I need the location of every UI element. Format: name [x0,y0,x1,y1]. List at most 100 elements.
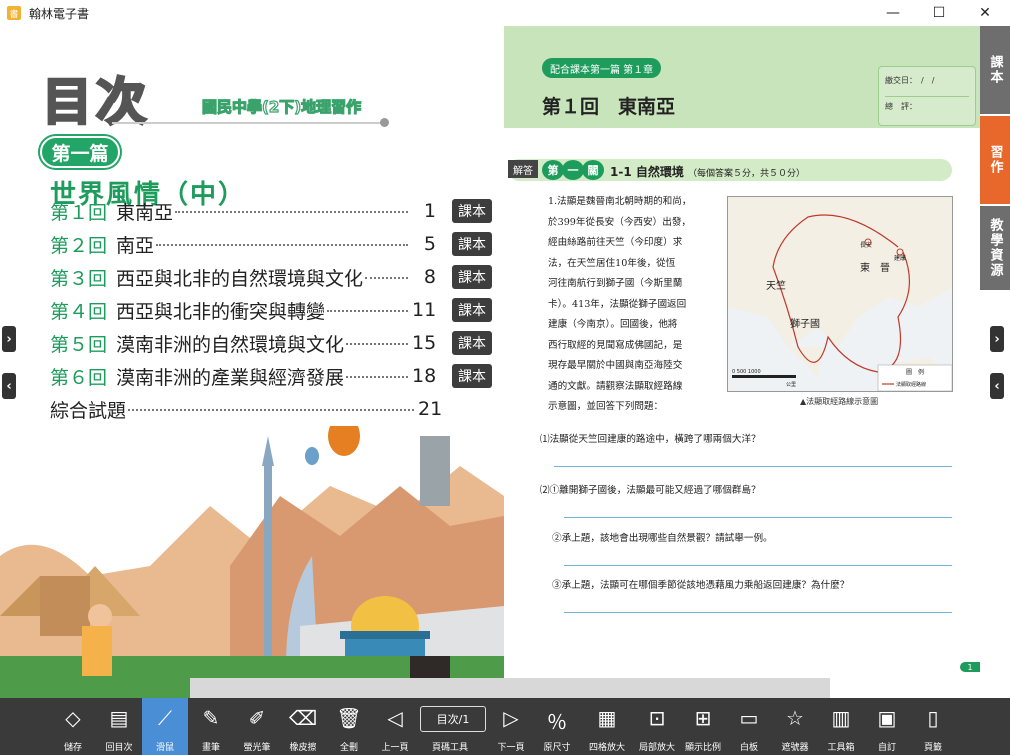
route-map: 長安 建康 東 晉 天竺 獅子國 0 500 1000 公里 圖 例 法顯取經路… [727,196,953,392]
question-line: 建康（今南京）。回國後，他將 [548,319,678,330]
toc-row[interactable]: 第２回 南亞 5 [50,229,436,259]
toc-row[interactable]: 第４回 西亞與北非的衝突與轉變 11 [50,295,436,325]
toolbox-icon: ▥ [831,706,851,730]
lesson-title: 第１回 東南亞 [542,96,676,118]
custom-icon: ▣ [877,706,897,730]
question-line: 河往南航行到獅子國（今斯里蘭 [548,278,683,289]
toc-row-page: 18 [412,365,437,387]
question-line: 示意圖，並回答下列問題： [548,401,664,412]
local-zoom-button[interactable]: ⊡ 局部放大 [634,698,680,755]
chapter-pill: 配合課本第一篇 第１章 [542,58,662,78]
four-grid-zoom-button[interactable]: ▦ 四格放大 [584,698,630,755]
prev-page-icon: ◁ [387,706,403,730]
textbook-link-button[interactable]: 課本 [452,265,492,289]
label-changan: 長安 [860,241,872,249]
mask-button[interactable]: ☆ 遮號器 [772,698,818,755]
next-page-arrow-right[interactable]: › [990,326,1004,352]
next-page-button[interactable]: ▷ 下一頁 [488,698,534,755]
dot-leader [327,302,408,312]
toc-row[interactable]: 第５回 漠南非洲的自然環境與文化 15 [50,328,436,358]
display-ratio-button[interactable]: ⊞ 顯示比例 [680,698,726,755]
display-ratio-icon: ⊞ [694,706,712,730]
textbook-link-button[interactable]: 課本 [452,232,492,256]
textbook-link-button[interactable]: 課本 [452,331,492,355]
answer-line[interactable] [564,517,952,518]
title-bar: 書 翰林電子書 — ☐ ✕ [0,0,1010,26]
original-size-button[interactable]: ％ 原尺寸 [534,698,580,755]
map-graphic: 長安 建康 東 晉 天竺 獅子國 0 500 1000 公里 圖 例 法顯取經路… [728,197,952,391]
next-page-arrow-left[interactable]: › [2,326,16,352]
label-shizi: 獅子國 [790,317,820,330]
answer-line[interactable] [554,466,952,467]
page-indicator[interactable]: 目次/1 [420,706,486,732]
toc-row[interactable]: 第１回 東南亞 1 [50,196,436,226]
toc-row[interactable]: 綜合試題 21 [50,394,442,424]
tool-label: 四格放大 [588,743,625,753]
question-line: 通的文獻。請觀察法顯取經路線 [548,380,683,392]
toc-row[interactable]: 第３回 西亞與北非的自然環境與文化 8 [50,262,436,292]
page-number: 1 [960,662,980,672]
label-dongjin: 東 晉 [860,261,890,274]
section-note: （每個答案５分，共５０分） [688,169,806,179]
scale-text: 0 500 1000 [732,369,761,375]
sub-question: ③承上題，法顯可在哪個季節從該地憑藉風力乘船返回建康？為什麼？ [552,580,850,591]
minimize-button[interactable]: — [870,0,916,26]
eraser-icon: ⌫ [288,706,318,730]
highlighter-button[interactable]: ✐ 螢光筆 [234,698,280,755]
window-title: 翰林電子書 [29,6,90,21]
pen-icon: ✎ [202,706,220,730]
tool-label: 局部放大 [638,743,675,753]
four-grid-icon: ▦ [597,706,617,730]
tab-workbook[interactable]: 習作 [980,116,1010,204]
textbook-link-button[interactable]: 課本 [452,364,492,388]
tab-textbook[interactable]: 課本 [980,26,1010,114]
prev-page-arrow-left[interactable]: ‹ [2,373,16,399]
toc-row-page: 5 [423,233,436,255]
textbook-link-button[interactable]: 課本 [452,199,492,223]
dot-leader [175,203,408,213]
pen-button[interactable]: ✎ 畫筆 [188,698,234,755]
whiteboard-button[interactable]: ▭ 白板 [726,698,772,755]
toc-row-number: 第３回 [50,267,108,290]
custom-button[interactable]: ▣ 自訂 [864,698,910,755]
scale-bar [732,375,796,378]
eraser-button[interactable]: ⌫ 橡皮擦 [280,698,326,755]
highlighter-icon: ✐ [248,706,266,730]
close-button[interactable]: ✕ [962,0,1008,26]
tool-label: 顯示比例 [684,743,721,753]
worksheet-page: 配合課本第一篇 第１章 第１回 東南亞 繳交日： / / 總 評： 解答 第 一… [504,26,980,698]
save-button[interactable]: ◇ 儲存 [50,698,96,755]
map-caption: ▲法顯取經路線示意圖 [800,397,879,406]
tool-label: 下一頁 [497,743,525,753]
mouse-button[interactable]: ⟋ 滑鼠 [142,698,188,755]
question-line: 現存最早關於中國與南亞海陸交 [548,360,683,371]
tab-teaching-resources[interactable]: 教學資源 [980,206,1010,290]
horizontal-scrollbar[interactable] [190,678,830,698]
tool-label: 橡皮擦 [289,743,317,753]
tool-label: 上一頁 [381,743,409,753]
next-page-icon: ▷ [503,706,519,730]
toc-row-title: 東南亞 [116,201,174,224]
toc-row[interactable]: 第６回 漠南非洲的產業與經濟發展 18 [50,361,436,391]
prev-page-arrow-right[interactable]: ‹ [990,373,1004,399]
question-line: 1.法顯是魏晉南北朝時期的和尚， [548,196,692,207]
maximize-button[interactable]: ☐ [916,0,962,26]
toc-row-number: 第１回 [50,201,108,224]
prev-page-button[interactable]: ◁ 上一頁 [372,698,418,755]
toc-row-number: 第４回 [50,300,108,323]
tool-label: 儲存 [63,743,82,753]
legend-title: 圖 例 [906,368,924,376]
textbook-link-button[interactable]: 課本 [452,298,492,322]
tool-label: 畫筆 [201,743,220,753]
whiteboard-icon: ▭ [739,706,759,730]
toc-row-page: 21 [418,398,443,420]
answer-line[interactable] [564,565,952,566]
toolbox-button[interactable]: ▥ 工具箱 [818,698,864,755]
answer-line[interactable] [564,612,952,613]
toc-page: 目次 國民中學(2下)地理習作 第一篇 世界風情（中） 第１回 東南亞 1 課本 第２回… [0,26,504,698]
clear-all-button[interactable]: 🗑 全刪 [326,698,372,755]
toc-button[interactable]: ▤ 回目次 [96,698,142,755]
bookmark-button[interactable]: ▯ 頁籤 [910,698,956,755]
answer-badge[interactable]: 解答 [508,160,538,178]
toc-row-title: 南亞 [116,234,155,257]
